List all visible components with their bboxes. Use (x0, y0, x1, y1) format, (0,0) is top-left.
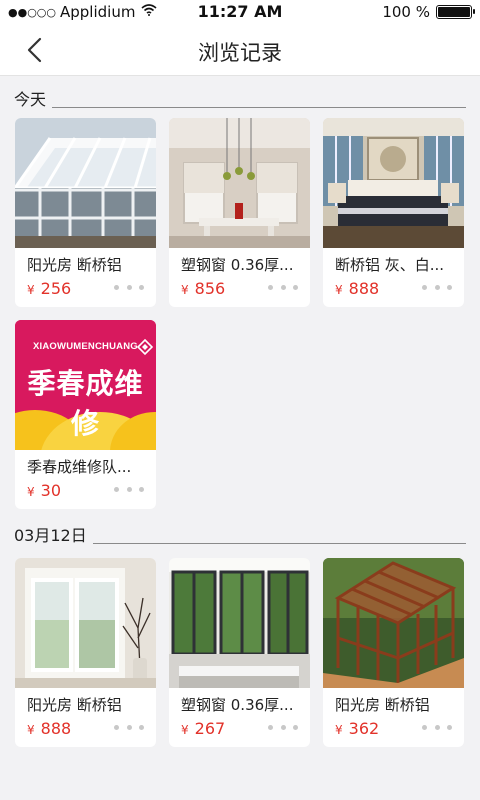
currency-symbol: ¥ (27, 283, 35, 297)
price-value: 30 (40, 481, 61, 500)
product-card[interactable]: 断桥铝 灰、白... ¥888 (323, 118, 464, 307)
battery-fill (438, 7, 470, 17)
currency-symbol: ¥ (27, 485, 35, 499)
more-options-icon[interactable] (422, 720, 452, 734)
chevron-left-icon (27, 37, 42, 63)
product-price: ¥888 (335, 279, 379, 298)
product-name: 断桥铝 灰、白... (335, 256, 445, 274)
product-name: 阳光房 断桥铝 (27, 696, 122, 714)
back-button[interactable] (22, 36, 50, 64)
more-options-icon[interactable] (114, 482, 144, 496)
status-bar: ●●○○○ Applidium 11:27 AM 100 % (0, 0, 480, 24)
product-image-window (169, 118, 310, 248)
currency-symbol: ¥ (335, 283, 343, 297)
more-options-icon[interactable] (422, 280, 452, 294)
product-image-wooden-sunroom (323, 558, 464, 688)
product-name: 阳光房 断桥铝 (27, 256, 122, 274)
more-options-icon[interactable] (114, 280, 144, 294)
currency-symbol: ¥ (181, 283, 189, 297)
currency-symbol: ¥ (335, 723, 343, 737)
wifi-icon (141, 4, 157, 20)
product-price: ¥30 (27, 481, 61, 500)
carrier-group: ●●○○○ Applidium (8, 3, 157, 21)
product-card[interactable]: 阳光房 断桥铝 ¥888 (15, 558, 156, 747)
section-header-date: 03月12日 (14, 520, 466, 548)
product-price: ¥888 (27, 719, 71, 738)
product-price: ¥856 (181, 279, 225, 298)
price-value: 362 (348, 719, 380, 738)
currency-symbol: ¥ (181, 723, 189, 737)
page-title: 浏览记录 (198, 41, 282, 65)
currency-symbol: ¥ (27, 723, 35, 737)
product-name: 塑钢窗 0.36厚... (181, 696, 294, 714)
product-card[interactable]: XIAOWUMENCHUANG 季春成维修 季春成维修队... ¥30 (15, 320, 156, 509)
more-options-icon[interactable] (268, 280, 298, 294)
product-card[interactable]: 阳光房 断桥铝 ¥362 (323, 558, 464, 747)
nav-bar: 浏览记录 (0, 24, 480, 76)
price-value: 888 (348, 279, 380, 298)
section-divider (14, 107, 466, 108)
product-card[interactable]: 塑钢窗 0.36厚... ¥267 (169, 558, 310, 747)
product-image-repair-logo: XIAOWUMENCHUANG 季春成维修 (15, 320, 156, 450)
product-price: ¥362 (335, 719, 379, 738)
battery-icon (436, 5, 475, 19)
price-value: 856 (194, 279, 226, 298)
product-card[interactable]: 塑钢窗 0.36厚... ¥856 (169, 118, 310, 307)
more-options-icon[interactable] (268, 720, 298, 734)
signal-strength-icon: ●●○○○ (8, 5, 56, 19)
product-card[interactable]: 阳光房 断桥铝 ¥256 (15, 118, 156, 307)
product-image-bedroom (323, 118, 464, 248)
logo-title: 季春成维修 (27, 367, 144, 440)
section-header-today: 今天 (14, 84, 466, 112)
price-value: 888 (40, 719, 72, 738)
product-image-window-plant (15, 558, 156, 688)
product-image-sunroom (15, 118, 156, 248)
section-label: 今天 (14, 86, 53, 110)
logo-subtitle: XIAOWUMENCHUANG (33, 341, 138, 352)
battery-percent: 100 % (382, 3, 430, 21)
product-name: 塑钢窗 0.36厚... (181, 256, 294, 274)
carrier-name: Applidium (60, 3, 136, 21)
price-value: 267 (194, 719, 226, 738)
product-name: 季春成维修队... (27, 458, 132, 476)
product-price: ¥267 (181, 719, 225, 738)
more-options-icon[interactable] (114, 720, 144, 734)
product-image-room-windows (169, 558, 310, 688)
price-value: 256 (40, 279, 72, 298)
product-name: 阳光房 断桥铝 (335, 696, 430, 714)
battery-group: 100 % (382, 3, 475, 21)
product-price: ¥256 (27, 279, 71, 298)
section-label: 03月12日 (14, 522, 93, 546)
